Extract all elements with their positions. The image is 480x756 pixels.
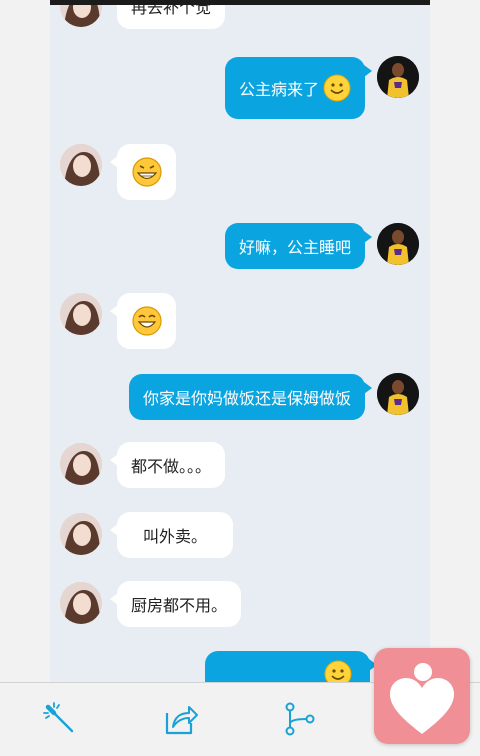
avatar-self[interactable] bbox=[377, 56, 419, 98]
chat-area[interactable]: 再去补个觉 公主病来了 好嘛，公主睡吧 你家是你妈做饭还是保姆做饭 都不做。。。… bbox=[50, 5, 430, 682]
message-outgoing: 好嘛，公主睡吧 bbox=[50, 223, 430, 269]
message-text: 好嘛，公主睡吧 bbox=[238, 238, 351, 257]
message-bubble[interactable] bbox=[110, 144, 176, 200]
avatar-contact[interactable] bbox=[60, 513, 102, 555]
message-incoming: 都不做。。。 bbox=[50, 441, 430, 489]
branch-icon[interactable] bbox=[282, 701, 318, 737]
share-icon[interactable] bbox=[163, 701, 199, 737]
message-incoming bbox=[50, 291, 430, 351]
message-incoming: 厨房都不用。 bbox=[50, 580, 430, 628]
avatar-contact[interactable] bbox=[60, 144, 102, 186]
message-bubble[interactable]: 好嘛，公主睡吧 bbox=[224, 223, 373, 269]
message-text: 再去补个觉 bbox=[131, 5, 212, 17]
grin-emoji-icon bbox=[131, 157, 162, 187]
magic-wand-icon[interactable] bbox=[42, 701, 78, 737]
laugh-emoji-icon bbox=[131, 306, 162, 336]
message-text: 厨房都不用。 bbox=[131, 596, 228, 615]
message-text: 都不做。。。 bbox=[131, 457, 212, 476]
message-bubble[interactable]: 公主病来了 bbox=[224, 57, 373, 119]
message-bubble[interactable]: 叫外卖。 bbox=[109, 512, 234, 558]
message-incoming: 再去补个觉 bbox=[50, 5, 430, 29]
avatar-contact[interactable] bbox=[60, 443, 102, 485]
message-bubble[interactable] bbox=[205, 651, 377, 682]
avatar-contact[interactable] bbox=[60, 582, 102, 624]
message-incoming: 叫外卖。 bbox=[50, 511, 430, 559]
message-bubble[interactable]: 再去补个觉 bbox=[109, 5, 226, 29]
message-text: 叫外卖。 bbox=[143, 527, 208, 546]
heart-person-icon bbox=[390, 663, 454, 734]
avatar-self[interactable] bbox=[377, 373, 419, 415]
message-text: 你家是你妈做饭还是保姆做饭 bbox=[142, 389, 351, 408]
message-outgoing: 公主病来了 bbox=[50, 56, 430, 122]
avatar-self[interactable] bbox=[377, 223, 419, 265]
message-incoming bbox=[50, 142, 430, 202]
smile-emoji-icon bbox=[324, 660, 352, 682]
message-text: 公主病来了 bbox=[238, 80, 319, 99]
message-outgoing: 你家是你妈做饭还是保姆做饭 bbox=[50, 373, 430, 420]
avatar-contact[interactable] bbox=[60, 5, 102, 27]
message-outgoing bbox=[50, 651, 430, 682]
smile-emoji-icon bbox=[323, 74, 351, 102]
avatar-contact[interactable] bbox=[60, 293, 102, 335]
like-button[interactable] bbox=[374, 648, 470, 744]
message-bubble[interactable]: 都不做。。。 bbox=[109, 442, 226, 488]
message-bubble[interactable] bbox=[110, 293, 176, 349]
message-bubble[interactable]: 你家是你妈做饭还是保姆做饭 bbox=[128, 374, 373, 420]
message-bubble[interactable]: 厨房都不用。 bbox=[109, 581, 242, 627]
